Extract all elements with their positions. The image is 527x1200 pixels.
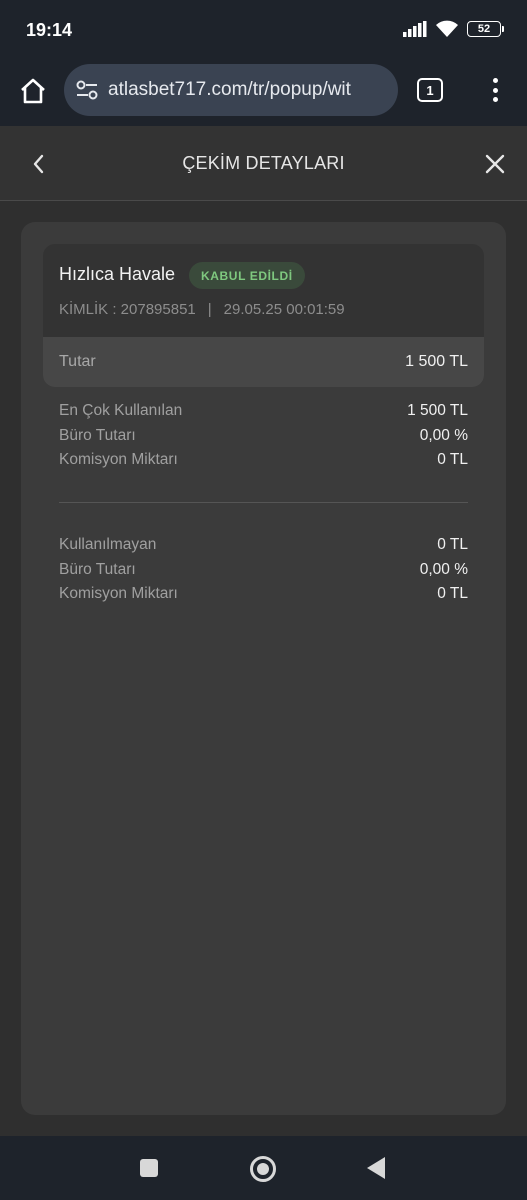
recents-icon[interactable] <box>140 1159 158 1177</box>
detail-value: 0,00 % <box>419 426 468 444</box>
amount-label: Tutar <box>59 353 96 370</box>
address-bar[interactable]: atlasbet717.com/tr/popup/wit <box>64 64 398 116</box>
amount-value: 1 500 TL <box>405 353 468 370</box>
withdrawal-details-card: Hızlıca Havale KABUL EDİLDİ KİMLİK : 207… <box>21 222 506 1115</box>
detail-label: Komisyon Miktarı <box>59 451 178 469</box>
detail-label: Kullanılmayan <box>59 536 157 554</box>
browser-toolbar: atlasbet717.com/tr/popup/wit 1 <box>0 60 527 126</box>
close-button[interactable] <box>482 151 508 177</box>
status-badge: KABUL EDİLDİ <box>189 262 305 289</box>
site-settings-icon <box>76 80 98 100</box>
detail-label: Büro Tutarı <box>59 426 136 444</box>
used-details: En Çok Kullanılan 1 500 TL Büro Tutarı 0… <box>59 399 468 473</box>
transaction-datetime: 29.05.25 00:01:59 <box>223 301 345 318</box>
detail-value: 0 TL <box>437 536 468 554</box>
detail-row: Kullanılmayan 0 TL <box>59 533 468 558</box>
detail-row: En Çok Kullanılan 1 500 TL <box>59 399 468 424</box>
page-header: ÇEKİM DETAYLARI <box>0 126 527 201</box>
status-bar: 19:14 52 <box>0 0 527 60</box>
detail-value: 0 TL <box>437 451 468 469</box>
meta-separator: | <box>207 301 212 318</box>
site-settings-button[interactable] <box>74 77 100 103</box>
home-circle-icon[interactable] <box>250 1156 276 1182</box>
transaction-meta: KİMLİK : 207895851 | 29.05.25 00:01:59 <box>59 301 345 318</box>
more-menu-icon[interactable] <box>485 74 505 106</box>
tab-count: 1 <box>426 82 434 98</box>
detail-value: 0,00 % <box>419 560 468 578</box>
back-triangle-icon[interactable] <box>367 1157 385 1179</box>
detail-label: Büro Tutarı <box>59 560 136 578</box>
home-icon <box>21 78 45 104</box>
detail-value: 1 500 TL <box>407 402 468 420</box>
url-text: atlasbet717.com/tr/popup/wit <box>108 79 351 100</box>
menu-dot <box>492 87 498 93</box>
system-nav-bar <box>0 1136 527 1200</box>
detail-label: En Çok Kullanılan <box>59 402 183 420</box>
tabs-icon[interactable]: 1 <box>417 78 443 102</box>
detail-row: Büro Tutarı 0,00 % <box>59 424 468 449</box>
signal-icon <box>403 21 427 37</box>
detail-row: Komisyon Miktarı 0 TL <box>59 582 468 607</box>
unused-details: Kullanılmayan 0 TL Büro Tutarı 0,00 % Ko… <box>59 533 468 607</box>
amount-row: Tutar 1 500 TL <box>43 337 484 387</box>
transaction-id: KİMLİK : 207895851 <box>59 301 196 318</box>
close-icon <box>485 154 505 174</box>
transaction-summary: Hızlıca Havale KABUL EDİLDİ KİMLİK : 207… <box>43 244 484 387</box>
status-time: 19:14 <box>26 20 73 40</box>
payment-method: Hızlıca Havale <box>59 264 176 284</box>
home-button[interactable] <box>16 74 50 108</box>
detail-value: 0 TL <box>437 585 468 603</box>
menu-dot <box>492 78 498 83</box>
detail-row: Büro Tutarı 0,00 % <box>59 558 468 583</box>
detail-label: Komisyon Miktarı <box>59 585 178 603</box>
section-divider <box>59 502 468 503</box>
menu-dot <box>492 97 498 102</box>
page-title: ÇEKİM DETAYLARI <box>182 153 345 173</box>
detail-row: Komisyon Miktarı 0 TL <box>59 448 468 473</box>
battery-level: 52 <box>477 23 491 35</box>
wifi-icon <box>436 20 458 37</box>
status-icons: 52 <box>403 20 504 38</box>
battery-icon: 52 <box>467 21 504 37</box>
